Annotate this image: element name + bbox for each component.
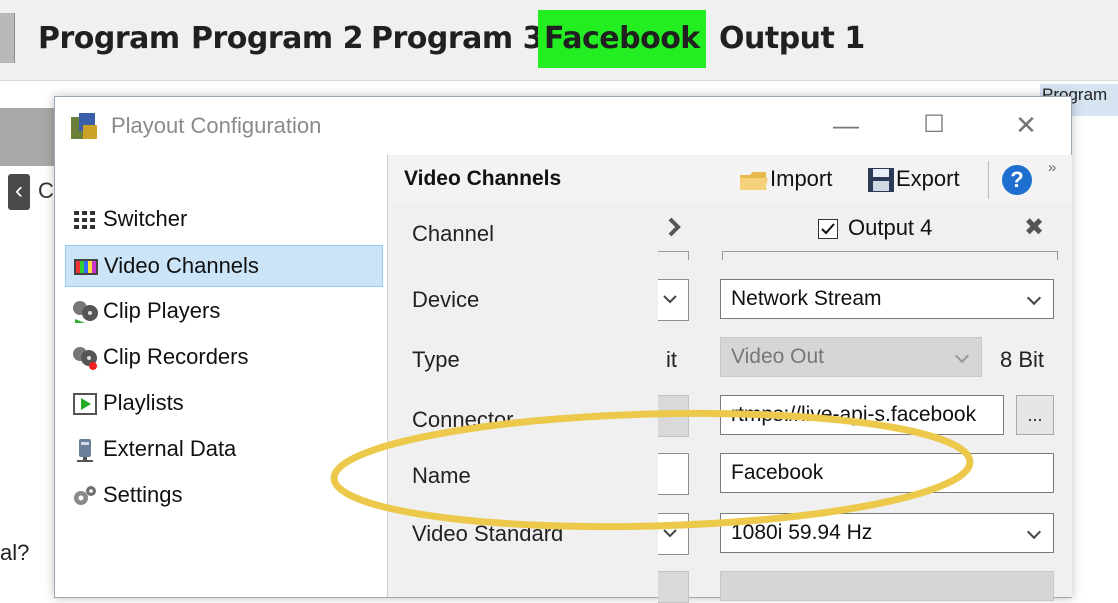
type-select: Video Out xyxy=(720,337,982,377)
playout-configuration-dialog: Playout Configuration — ☐ ✕ Switcher Vid… xyxy=(54,96,1072,603)
help-icon[interactable]: ? xyxy=(1002,165,1032,195)
partial-next-field xyxy=(658,571,689,603)
folder-icon xyxy=(740,172,768,191)
external-data-icon xyxy=(77,439,93,463)
import-label: Import xyxy=(770,166,833,191)
export-button[interactable]: Export xyxy=(866,163,960,195)
overflow-chevron-icon[interactable]: » xyxy=(1048,159,1056,176)
sidebar-item-clip-players[interactable]: Clip Players xyxy=(65,291,371,331)
settings-icon xyxy=(74,486,96,506)
sidebar-item-switcher[interactable]: Switcher xyxy=(65,199,371,239)
device-label: Device xyxy=(412,287,480,312)
sidebar-item-playlists[interactable]: Playlists xyxy=(65,383,371,423)
tab-facebook[interactable]: Facebook xyxy=(538,10,706,68)
sidebar-item-label: Playlists xyxy=(103,390,184,415)
background-question-fragment: al? xyxy=(0,540,30,565)
tab-program[interactable]: Program xyxy=(32,10,186,68)
sidebar-item-label: Clip Players xyxy=(103,298,221,323)
dialog-titlebar[interactable]: Playout Configuration — ☐ ✕ xyxy=(55,97,1071,157)
sidebar-item-label: Video Channels xyxy=(104,253,259,278)
partial-device-select[interactable] xyxy=(658,279,689,321)
partial-connector-field xyxy=(658,395,689,437)
tab-output-1[interactable]: Output 1 xyxy=(713,10,871,68)
remove-output-icon[interactable]: ✖ xyxy=(1024,213,1044,242)
device-select[interactable]: Network Stream xyxy=(720,279,1054,319)
output-checkbox-label: Output 4 xyxy=(848,215,933,240)
name-field[interactable]: Facebook xyxy=(720,453,1054,493)
background-tab-bar: Program Program 2 Program 3 Facebook Out… xyxy=(0,0,1118,81)
back-arrow-icon[interactable]: ‹ xyxy=(8,174,30,210)
clip-recorders-icon xyxy=(73,347,97,371)
tab-program-3[interactable]: Program 3 xyxy=(365,10,549,68)
tab-bar-edge xyxy=(0,13,15,63)
connector-label: Connector xyxy=(412,407,514,432)
partial-channel-bracket xyxy=(658,251,689,260)
pane-title: Video Channels xyxy=(404,167,562,190)
channel-label: Channel xyxy=(412,221,494,246)
video-channels-icon xyxy=(74,259,98,276)
partial-video-standard-select[interactable] xyxy=(658,513,689,555)
browse-button[interactable]: ... xyxy=(1016,395,1054,435)
sidebar-item-video-channels[interactable]: Video Channels xyxy=(65,245,383,287)
sidebar-item-label: Switcher xyxy=(103,206,188,231)
sidebar-item-label: Clip Recorders xyxy=(103,344,249,369)
toolbar-separator xyxy=(988,161,989,199)
next-row-field xyxy=(720,571,1054,601)
type-bits-text: 8 Bit xyxy=(1000,347,1045,372)
maximize-button[interactable]: ☐ xyxy=(911,105,957,145)
sidebar-item-label: Settings xyxy=(103,482,183,507)
import-button[interactable]: Import xyxy=(738,163,832,195)
video-standard-label: Video Standard xyxy=(412,521,564,546)
sidebar-item-label: External Data xyxy=(103,436,237,461)
sidebar-item-settings[interactable]: Settings xyxy=(65,475,371,515)
partial-remove-icon[interactable] xyxy=(666,215,686,241)
app-icon xyxy=(71,113,97,139)
playlists-icon xyxy=(73,393,97,416)
background-gray-strip xyxy=(0,108,56,166)
output-checkbox[interactable]: Output 4 xyxy=(818,215,932,241)
connector-field[interactable]: rtmps://live-api-s.facebook xyxy=(720,395,1004,435)
name-label: Name xyxy=(412,463,471,488)
video-channels-pane: Video Channels Import Export ? » Channel xyxy=(387,155,1072,603)
save-icon xyxy=(868,168,894,193)
clip-players-icon xyxy=(73,301,98,324)
output-channel-bracket xyxy=(722,251,1058,260)
checkbox-icon[interactable] xyxy=(818,219,838,240)
export-label: Export xyxy=(896,166,960,191)
pane-toolbar: Video Channels Import Export ? » xyxy=(388,155,1072,203)
partial-bits-text: it xyxy=(666,347,677,372)
sidebar-item-external-data[interactable]: External Data xyxy=(65,429,371,469)
dialog-title: Playout Configuration xyxy=(111,113,322,138)
background-text-fragment: C xyxy=(38,178,54,203)
tab-program-2[interactable]: Program 2 xyxy=(185,10,369,68)
partial-name-field[interactable] xyxy=(658,453,689,495)
video-standard-select[interactable]: 1080i 59.94 Hz xyxy=(720,513,1054,553)
type-label: Type xyxy=(412,347,460,372)
sidebar-item-clip-recorders[interactable]: Clip Recorders xyxy=(65,337,371,377)
minimize-button[interactable]: — xyxy=(823,105,869,145)
close-button[interactable]: ✕ xyxy=(1003,105,1049,145)
switcher-icon xyxy=(74,211,95,230)
